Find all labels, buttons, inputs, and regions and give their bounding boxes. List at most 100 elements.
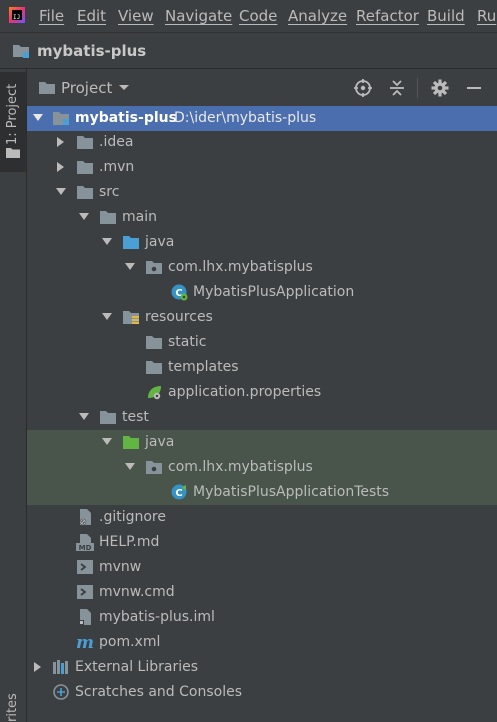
expand-arrow-down-icon[interactable]: [79, 412, 89, 422]
test-class-icon: C: [171, 484, 187, 500]
tree-row[interactable]: test: [27, 405, 497, 430]
menu-file[interactable]: File: [39, 7, 64, 25]
spring-boot-class-icon: C: [171, 284, 188, 301]
intellij-logo-icon: IJ: [9, 7, 25, 23]
stripe-project-label[interactable]: 1: Project: [5, 84, 20, 145]
tree-row[interactable]: C MybatisPlusApplicationTests: [27, 480, 497, 505]
tree-row[interactable]: application.properties: [27, 380, 497, 405]
tree-item-label: com.lhx.mybatisplus: [168, 259, 313, 275]
tree-item-label: MybatisPlusApplication: [193, 284, 355, 300]
tree-row[interactable]: com.lhx.mybatisplus: [27, 455, 497, 480]
svg-text:C: C: [175, 488, 182, 499]
tree-row[interactable]: static: [27, 330, 497, 355]
menu-bar: IJ File Edit View Navigate Code Analyze …: [0, 0, 497, 33]
menu-code[interactable]: Code: [239, 7, 277, 25]
tree-row[interactable]: main: [27, 205, 497, 230]
tree-row[interactable]: mvnw.cmd: [27, 580, 497, 605]
menu-refactor[interactable]: Refactor: [356, 7, 419, 25]
expand-arrow-down-icon[interactable]: [33, 113, 43, 123]
expand-arrow-down-icon[interactable]: [79, 212, 89, 222]
libraries-icon: [53, 660, 68, 674]
minimize-icon[interactable]: [463, 77, 485, 99]
tree-item-label: java: [145, 234, 175, 250]
tree-item-label: pom.xml: [99, 634, 161, 650]
svg-text:MD: MD: [79, 544, 92, 551]
folder-icon: [100, 411, 116, 424]
tree-row[interactable]: Scratches and Consoles: [27, 680, 497, 705]
tree-row[interactable]: java: [27, 430, 497, 455]
expand-arrow-right-icon[interactable]: [56, 137, 66, 147]
chevron-down-icon[interactable]: [118, 84, 130, 92]
tree-item-label: templates: [168, 359, 239, 375]
menu-build[interactable]: Build: [427, 7, 465, 25]
gitignore-file-icon: [79, 509, 91, 526]
tree-row[interactable]: m pom.xml: [27, 630, 497, 655]
package-icon: [146, 261, 162, 274]
tree-item-label: test: [122, 409, 149, 425]
module-folder-icon: [13, 45, 29, 58]
tree-row[interactable]: .gitignore: [27, 505, 497, 530]
tree-item-label: main: [122, 209, 157, 225]
menu-edit[interactable]: Edit: [77, 7, 106, 25]
expand-arrow-down-icon[interactable]: [102, 237, 112, 247]
tree-row[interactable]: C MybatisPlusApplication: [27, 280, 497, 305]
shell-script-icon: [77, 560, 93, 574]
expand-arrow-down-icon[interactable]: [56, 187, 66, 197]
project-path-label: D:\ider\mybatis-plus: [174, 110, 317, 126]
tree-row[interactable]: mybatis-plus.iml: [27, 605, 497, 630]
svg-text:m: m: [76, 633, 94, 651]
cmd-file-icon: [77, 585, 93, 599]
folder-icon: [77, 136, 93, 149]
expand-arrow-down-icon[interactable]: [102, 437, 112, 447]
folder-icon: [6, 148, 20, 158]
gear-icon[interactable]: [429, 77, 451, 99]
tree-item-label: External Libraries: [75, 659, 198, 675]
expand-arrow-right-icon[interactable]: [56, 162, 66, 172]
expand-arrow-right-icon[interactable]: [33, 662, 43, 672]
menu-run[interactable]: Ru: [477, 7, 496, 25]
spring-properties-icon: [148, 386, 161, 400]
toolwindow-title[interactable]: Project: [61, 79, 112, 97]
tree-item-label: MybatisPlusApplicationTests: [193, 484, 390, 500]
tree-item-label: resources: [145, 309, 213, 325]
tree-row[interactable]: java: [27, 230, 497, 255]
tree-row[interactable]: External Libraries: [27, 655, 497, 680]
tree-row[interactable]: .mvn: [27, 155, 497, 180]
breadcrumb-project[interactable]: mybatis-plus: [37, 42, 146, 60]
tree-row[interactable]: MD HELP.md: [27, 530, 497, 555]
tree-item-label: mvnw.cmd: [99, 584, 175, 600]
tree-row[interactable]: templates: [27, 355, 497, 380]
test-source-root-icon: [123, 436, 139, 449]
expand-arrow-down-icon[interactable]: [102, 312, 112, 322]
menu-view[interactable]: View: [118, 7, 154, 25]
tree-row[interactable]: src: [27, 180, 497, 205]
folder-icon: [146, 336, 162, 349]
tree-row[interactable]: mvnw: [27, 555, 497, 580]
tree-item-label: .mvn: [99, 159, 135, 175]
tree-row[interactable]: mybatis-plus D:\ider\mybatis-plus: [27, 106, 497, 131]
menu-analyze[interactable]: Analyze: [288, 7, 347, 25]
tree-row[interactable]: com.lhx.mybatisplus: [27, 255, 497, 280]
tree-item-label: Scratches and Consoles: [75, 684, 242, 700]
tree-row[interactable]: resources: [27, 305, 497, 330]
expand-arrow-down-icon[interactable]: [125, 462, 135, 472]
package-icon: [146, 461, 162, 474]
folder-icon: [146, 361, 162, 374]
menu-navigate[interactable]: Navigate: [165, 7, 232, 25]
folder-icon: [77, 186, 93, 199]
tree-item-label: mybatis-plus: [75, 110, 177, 126]
maven-icon: m: [76, 633, 94, 651]
tree-row[interactable]: .idea: [27, 130, 497, 155]
iml-file-icon: [79, 609, 91, 625]
expand-arrow-down-icon[interactable]: [125, 262, 135, 272]
source-root-icon: [123, 236, 139, 249]
tree-item-label: mybatis-plus.iml: [99, 609, 215, 625]
tree-item-label: mvnw: [99, 559, 142, 575]
locate-icon[interactable]: [352, 77, 374, 99]
stripe-favorites-label[interactable]: rites: [5, 693, 20, 722]
scratches-icon: [53, 684, 69, 700]
tree-item-label: static: [168, 334, 207, 350]
collapse-all-icon[interactable]: [386, 77, 408, 99]
folder-icon: [77, 161, 93, 174]
tree-item-label: com.lhx.mybatisplus: [168, 459, 313, 475]
